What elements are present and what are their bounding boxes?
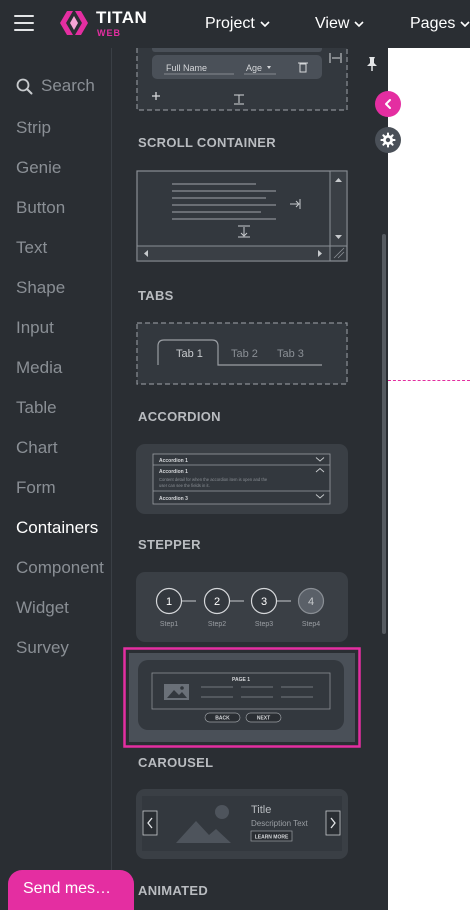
step-3-label: Step3 <box>255 621 273 628</box>
search-label: Search <box>41 76 95 95</box>
tab-1-label: Tab 1 <box>176 348 203 360</box>
send-message-button[interactable]: Send mes… <box>8 870 134 910</box>
carousel-learn-more-label: LEARN MORE <box>255 835 289 841</box>
category-survey[interactable]: Survey <box>16 638 69 658</box>
image-placeholder-icon <box>164 684 189 700</box>
category-chart[interactable]: Chart <box>16 438 58 458</box>
pin-icon[interactable] <box>364 56 380 72</box>
wizard-next-label: NEXT <box>257 716 270 722</box>
accordion-item-3-label: Accordion 3 <box>159 496 188 502</box>
accordion-item-2-text-line-1: Content detail for when the accordion it… <box>159 477 268 482</box>
component-panel-scrollbar[interactable] <box>382 234 386 634</box>
design-canvas[interactable] <box>388 48 470 910</box>
chevron-left-icon <box>385 99 391 109</box>
chevron-down-icon <box>354 21 364 28</box>
step-1-label: Step1 <box>160 621 178 628</box>
nav-view[interactable]: View <box>315 15 364 33</box>
wizard-page-title: PAGE 1 <box>232 677 250 683</box>
category-form[interactable]: Form <box>16 478 56 498</box>
nav-project[interactable]: Project <box>205 15 270 33</box>
collapse-panel-button[interactable] <box>375 91 401 117</box>
gear-icon <box>380 132 396 148</box>
repeater-dropdown-label: Age <box>246 63 262 73</box>
hamburger-menu-icon[interactable] <box>14 14 34 32</box>
chevron-down-icon <box>260 21 270 28</box>
category-input[interactable]: Input <box>16 318 54 338</box>
category-widget[interactable]: Widget <box>16 598 69 618</box>
nav-pages[interactable]: Pages <box>410 15 470 33</box>
tab-2-label: Tab 2 <box>231 348 258 360</box>
section-title-accordion: ACCORDION <box>138 409 221 424</box>
category-containers[interactable]: Containers <box>16 518 98 538</box>
scroll-container-card[interactable] <box>136 170 348 263</box>
step-2-number: 2 <box>214 596 220 608</box>
step-3-number: 3 <box>261 596 267 608</box>
titan-logo-icon <box>60 11 88 35</box>
canvas-guide-line <box>388 380 470 381</box>
step-1-number: 1 <box>166 596 172 608</box>
step-4-label: Step4 <box>302 621 320 628</box>
carousel-title: Title <box>251 804 271 816</box>
section-title-carousel: CAROUSEL <box>138 755 214 770</box>
category-component[interactable]: Component <box>16 558 104 578</box>
search-icon <box>16 78 33 94</box>
nav-project-label: Project <box>205 15 255 32</box>
nav-view-label: View <box>315 15 350 32</box>
tab-3-label: Tab 3 <box>277 348 304 360</box>
brand-subtitle: WEB <box>97 28 121 38</box>
carousel-card[interactable]: Title Description Text LEARN MORE <box>136 789 348 859</box>
component-panel: Full Name Age SCROLL CONTAINER TABS Tab … <box>112 48 388 910</box>
category-genie[interactable]: Genie <box>16 158 61 178</box>
category-strip[interactable]: Strip <box>16 118 51 138</box>
chevron-down-icon <box>460 21 470 28</box>
accordion-card[interactable]: Accordion 1 Accordion 1 Content detail f… <box>136 444 348 514</box>
repeater-card[interactable]: Full Name Age <box>136 48 348 112</box>
accordion-item-2-label: Accordion 1 <box>159 469 188 475</box>
category-button[interactable]: Button <box>16 198 65 218</box>
tabs-card[interactable]: Tab 1 Tab 2 Tab 3 <box>136 322 348 386</box>
nav-pages-label: Pages <box>410 15 456 32</box>
brand-name: TITAN <box>96 8 148 27</box>
accordion-item-1-label: Accordion 1 <box>159 458 188 464</box>
search-button[interactable]: Search <box>16 76 95 96</box>
settings-button[interactable] <box>375 127 401 153</box>
category-text[interactable]: Text <box>16 238 47 258</box>
category-panel: Search Strip Genie Button Text Shape Inp… <box>0 48 112 910</box>
carousel-description: Description Text <box>251 819 309 828</box>
top-bar: TITAN WEB Project View Pages <box>0 0 470 48</box>
section-title-stepper: STEPPER <box>138 537 201 552</box>
category-shape[interactable]: Shape <box>16 278 65 298</box>
section-title-animated: ANIMATED <box>138 883 209 898</box>
accordion-item-2-text-line-2: user can see the fields in it. <box>159 483 210 488</box>
section-title-tabs: TABS <box>138 288 174 303</box>
wizard-back-label: BACK <box>215 716 230 722</box>
wizard-card[interactable]: PAGE 1 BACK NEXT <box>123 647 361 748</box>
step-2-label: Step2 <box>208 621 226 628</box>
category-media[interactable]: Media <box>16 358 62 378</box>
stepper-card[interactable]: 1 2 3 4 Step1 Step2 Step3 Step4 <box>136 572 348 642</box>
section-title-scroll-container: SCROLL CONTAINER <box>138 135 276 150</box>
step-4-number: 4 <box>308 596 314 608</box>
repeater-field-label: Full Name <box>166 63 207 73</box>
category-table[interactable]: Table <box>16 398 57 418</box>
